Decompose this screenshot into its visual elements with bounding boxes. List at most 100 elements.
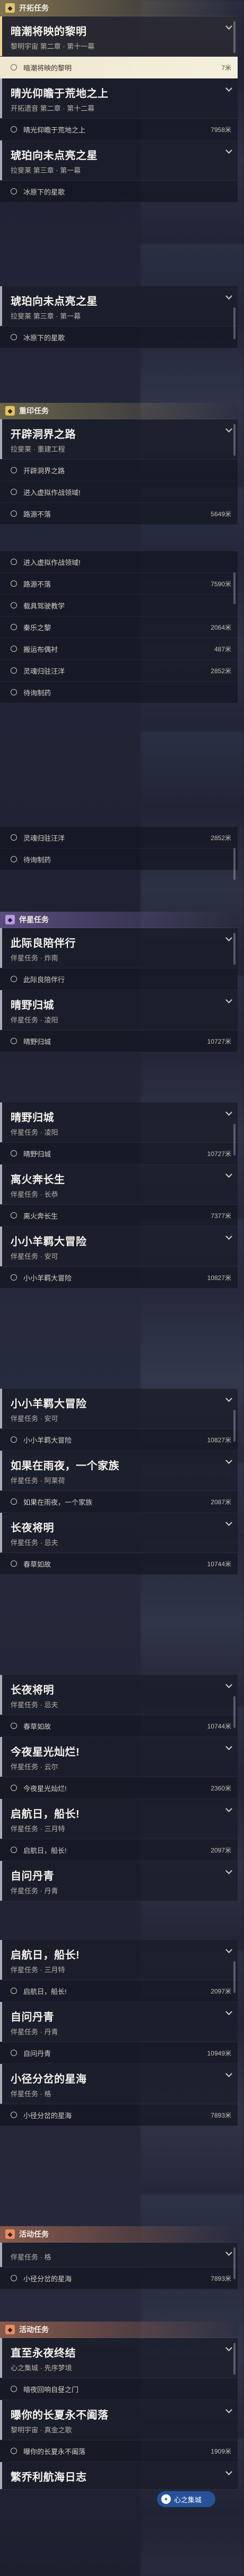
- objective-row[interactable]: 自问丹青 10949米: [0, 2042, 238, 2064]
- objective-row[interactable]: 载具驾驶教学: [0, 595, 238, 616]
- objective-row[interactable]: 路源不落 5649米: [0, 503, 238, 525]
- objective-row[interactable]: 暗潮将映的黎明 7米: [0, 57, 238, 78]
- objective-row[interactable]: 晴野归城 10727米: [0, 1143, 238, 1165]
- objective-row[interactable]: 冰原下的星歌: [0, 181, 238, 202]
- objective-row[interactable]: 路源不落 7590米: [0, 573, 238, 595]
- quest-card[interactable]: 琥珀向未点亮之星 拉斐莱 第三章 · 第一幕: [0, 286, 238, 327]
- quest-card[interactable]: 如果在雨夜，一个家族 伴星任务 · 阿莱荷: [0, 1451, 238, 1491]
- quest-card[interactable]: 开辟洞界之路 拉斐莱 · 重建工程: [0, 419, 238, 460]
- scrollbar[interactable]: [233, 307, 236, 339]
- quest-card[interactable]: 今夜星光灿烂! 伴星任务 · 云尔: [0, 1737, 238, 1777]
- objective-text: 开辟洞界之路: [23, 466, 65, 475]
- objective-row[interactable]: 待询制药: [0, 849, 238, 870]
- objective-row[interactable]: 离火奔长生 7377米: [0, 1205, 238, 1227]
- objective-row[interactable]: 暗夜回响自昼之门: [0, 2378, 238, 2400]
- quest-title: 启航日，船长!: [11, 1949, 80, 1961]
- objective-row[interactable]: 如果在雨夜，一个家族 2087米: [0, 1491, 238, 1513]
- category-header[interactable]: ◆ 重印任务: [0, 403, 238, 419]
- scrollbar[interactable]: [233, 21, 236, 53]
- objective-ring-icon: [11, 976, 17, 982]
- objective-text: 搬运布偶衬: [23, 645, 58, 654]
- objective-ring-icon: [11, 689, 17, 695]
- scrollbar[interactable]: [233, 1124, 236, 1155]
- objective-distance: 1909米: [211, 2447, 231, 2455]
- quest-subtitle: 伴星任务 · 凌阳: [11, 1016, 58, 1024]
- objective-distance: 10744米: [207, 1560, 231, 1568]
- scrollbar[interactable]: [233, 2247, 236, 2279]
- quest-card[interactable]: 繁乔利航海日志: [0, 2462, 238, 2490]
- chat-icon: ✦: [161, 2494, 171, 2504]
- quest-card[interactable]: 离火奔长生 伴星任务 · 长恭: [0, 1165, 238, 1205]
- quest-card[interactable]: 晴野归城 伴星任务 · 凌阳: [0, 990, 238, 1030]
- objective-row[interactable]: 待询制药: [0, 682, 238, 703]
- quest-card[interactable]: 伴星任务 · 格: [0, 2243, 238, 2268]
- quest-card[interactable]: 小小羊羁大冒险 伴星任务 · 安可: [0, 1227, 238, 1267]
- quest-card[interactable]: 此际良陪伴行 伴星任务 · 炸南: [0, 928, 238, 968]
- objective-row[interactable]: 进入虚拟作战领域!: [0, 481, 238, 503]
- quest-card[interactable]: 长夜将明 伴星任务 · 忌夫: [0, 1513, 238, 1553]
- objective-distance: 7893米: [211, 2274, 231, 2282]
- objective-row[interactable]: 灵魂归驻汪洋 2852米: [0, 660, 238, 682]
- objective-row[interactable]: 小小羊羁大冒险 10827米: [0, 1429, 238, 1451]
- quest-card[interactable]: 小径分岔的星海 伴星任务 · 格: [0, 2064, 238, 2104]
- quest-card[interactable]: 暗潮将映的黎明 黎明宇宙 第二章 · 第十一幕: [0, 16, 238, 57]
- quest-title: 琥珀向未点亮之星: [11, 296, 98, 307]
- objective-row[interactable]: 晴光仰瞻于荒地之上 7958米: [0, 119, 238, 140]
- objective-distance: 2360米: [211, 1784, 231, 1792]
- category-header[interactable]: ◆ 开拓任务: [0, 0, 238, 16]
- quest-panel: ◆ 伴星任务 此际良陪伴行 伴星任务 · 炸南 此际良陪伴行 晴野归城 伴星任务 · 凌阳晴…: [0, 912, 238, 1052]
- objective-ring-icon: [11, 467, 17, 473]
- category-header[interactable]: ◆ 活动任务: [0, 2322, 238, 2338]
- objective-row[interactable]: 灵魂归驻汪洋 2852米: [0, 827, 238, 849]
- objective-row[interactable]: 晴野归城 10727米: [0, 1030, 238, 1052]
- objective-row[interactable]: 冰原下的星歌: [0, 327, 238, 348]
- quest-card[interactable]: 曝你的长夏永不阖落 黎明宇宙 · 真金之歌: [0, 2400, 238, 2440]
- quest-subtitle: 黎明宇宙 · 真金之歌: [11, 2426, 72, 2434]
- quest-card[interactable]: 启航日，船长! 伴星任务 · 三月特: [0, 1940, 238, 1980]
- scrollbar[interactable]: [233, 2343, 236, 2375]
- scrollbar[interactable]: [233, 572, 236, 604]
- objective-row[interactable]: 秦乐之黎 2064米: [0, 616, 238, 638]
- objective-ring-icon: [11, 1988, 17, 1994]
- objective-distance: 7590米: [211, 580, 231, 588]
- quest-subtitle: 伴星任务 · 长恭: [11, 1190, 58, 1198]
- objective-row[interactable]: 启航日，船长! 2097米: [0, 1980, 238, 2002]
- objective-row[interactable]: 小小羊羁大冒险 10827米: [0, 1267, 238, 1289]
- objective-row[interactable]: 今夜星光灿烂! 2360米: [0, 1777, 238, 1799]
- quest-card[interactable]: 小小羊羁大冒险 伴星任务 · 安可: [0, 1389, 238, 1429]
- scrollbar[interactable]: [233, 424, 236, 456]
- category-header[interactable]: ◆ 活动任务: [0, 2226, 238, 2243]
- objective-ring-icon: [11, 624, 17, 630]
- scrollbar[interactable]: [233, 1961, 236, 1993]
- objective-ring-icon: [11, 2112, 17, 2118]
- quest-card[interactable]: 晴光仰瞻于荒地之上 开拓遗音 第二章 · 第十二幕: [0, 78, 238, 119]
- objective-text: 待询制药: [23, 689, 51, 697]
- objective-row[interactable]: 搬运布偶衬 487米: [0, 638, 238, 660]
- community-badge[interactable]: ✦ 心之集城: [157, 2491, 215, 2507]
- objective-text: 春草如故: [23, 1722, 51, 1731]
- objective-row[interactable]: 小径分岔的星海 7893米: [0, 2268, 238, 2289]
- quest-accent-bar: [0, 2064, 2, 2104]
- objective-row[interactable]: 春草如故 10744米: [0, 1715, 238, 1737]
- quest-card[interactable]: 琥珀向未点亮之星 拉斐莱 第三章 · 第一幕: [0, 140, 238, 181]
- scrollbar[interactable]: [233, 933, 236, 965]
- quest-card[interactable]: 自问丹青 伴星任务 · 丹青: [0, 2002, 238, 2042]
- objective-row[interactable]: 此际良陪伴行: [0, 968, 238, 990]
- objective-row[interactable]: 春草如故 10744米: [0, 1553, 238, 1575]
- objective-row[interactable]: 曝你的长夏永不阖落 1909米: [0, 2440, 238, 2462]
- objective-row[interactable]: 开辟洞界之路: [0, 460, 238, 481]
- scrollbar[interactable]: [233, 1410, 236, 1442]
- objective-row[interactable]: 进入虚拟作战领域!: [0, 551, 238, 573]
- scrollbar[interactable]: [233, 1696, 236, 1728]
- quest-card[interactable]: 启航日，船长! 伴星任务 · 三月特: [0, 1799, 238, 1839]
- objective-ring-icon: [11, 2050, 17, 2056]
- quest-card[interactable]: 自问丹青 伴星任务 · 丹青: [0, 1861, 238, 1901]
- objective-row[interactable]: 启航日，船长! 2097米: [0, 1839, 238, 1861]
- category-header[interactable]: ◆ 伴星任务: [0, 912, 238, 928]
- category-icon: ◆: [5, 2325, 15, 2334]
- quest-card[interactable]: 直至永夜终结 心之集城 · 先序梦境: [0, 2338, 238, 2378]
- objective-row[interactable]: 小径分岔的星海 7893米: [0, 2104, 238, 2126]
- quest-card[interactable]: 晴野归城 伴星任务 · 凌阳: [0, 1102, 238, 1143]
- scrollbar[interactable]: [233, 848, 236, 880]
- quest-card[interactable]: 长夜将明 伴星任务 · 忌夫: [0, 1675, 238, 1715]
